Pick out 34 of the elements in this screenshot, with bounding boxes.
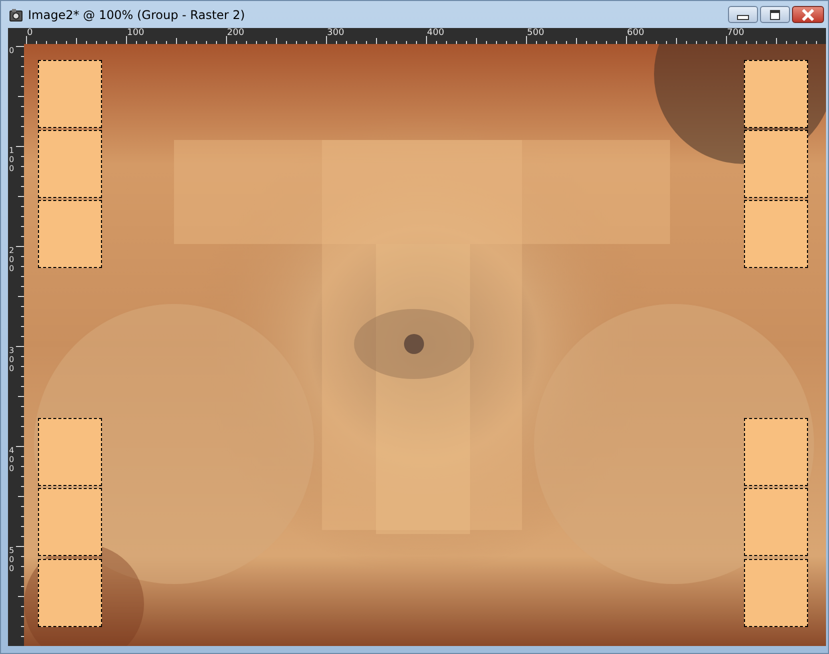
selection-marquee	[744, 559, 808, 627]
ruler-label: 400	[427, 28, 444, 38]
ruler-label: 200	[227, 28, 244, 38]
selection-marquee	[38, 130, 102, 198]
ruler-label: 100	[9, 146, 16, 173]
selection-marquee	[38, 488, 102, 556]
ruler-label: 100	[127, 28, 144, 38]
minimize-button[interactable]	[728, 6, 758, 23]
ruler-label: 500	[9, 546, 16, 573]
close-icon	[801, 8, 815, 20]
selection-marquee	[38, 60, 102, 128]
maximize-button[interactable]	[760, 6, 790, 23]
camera-icon	[9, 8, 23, 22]
ruler-label: 300	[9, 346, 16, 373]
selection-marquee	[38, 559, 102, 627]
selection-marquee	[38, 200, 102, 268]
ruler-label: 0	[9, 46, 16, 55]
ruler-label: 600	[627, 28, 644, 38]
selection-marquee	[744, 488, 808, 556]
ruler-label: 500	[527, 28, 544, 38]
selection-marquee	[38, 418, 102, 486]
ruler-label: 400	[9, 446, 16, 473]
close-button[interactable]	[792, 6, 824, 23]
selection-marquee	[744, 418, 808, 486]
minimize-icon	[737, 14, 749, 20]
ruler-label: 300	[327, 28, 344, 38]
selection-marquee	[744, 60, 808, 128]
ruler-label: 0	[27, 28, 33, 38]
ruler-label: 700	[727, 28, 744, 38]
selection-marquee	[744, 200, 808, 268]
ruler-label: 200	[9, 246, 16, 273]
maximize-icon	[770, 10, 780, 20]
selection-marquee	[744, 130, 808, 198]
window-title: Image2* @ 100% (Group - Raster 2)	[28, 8, 245, 22]
